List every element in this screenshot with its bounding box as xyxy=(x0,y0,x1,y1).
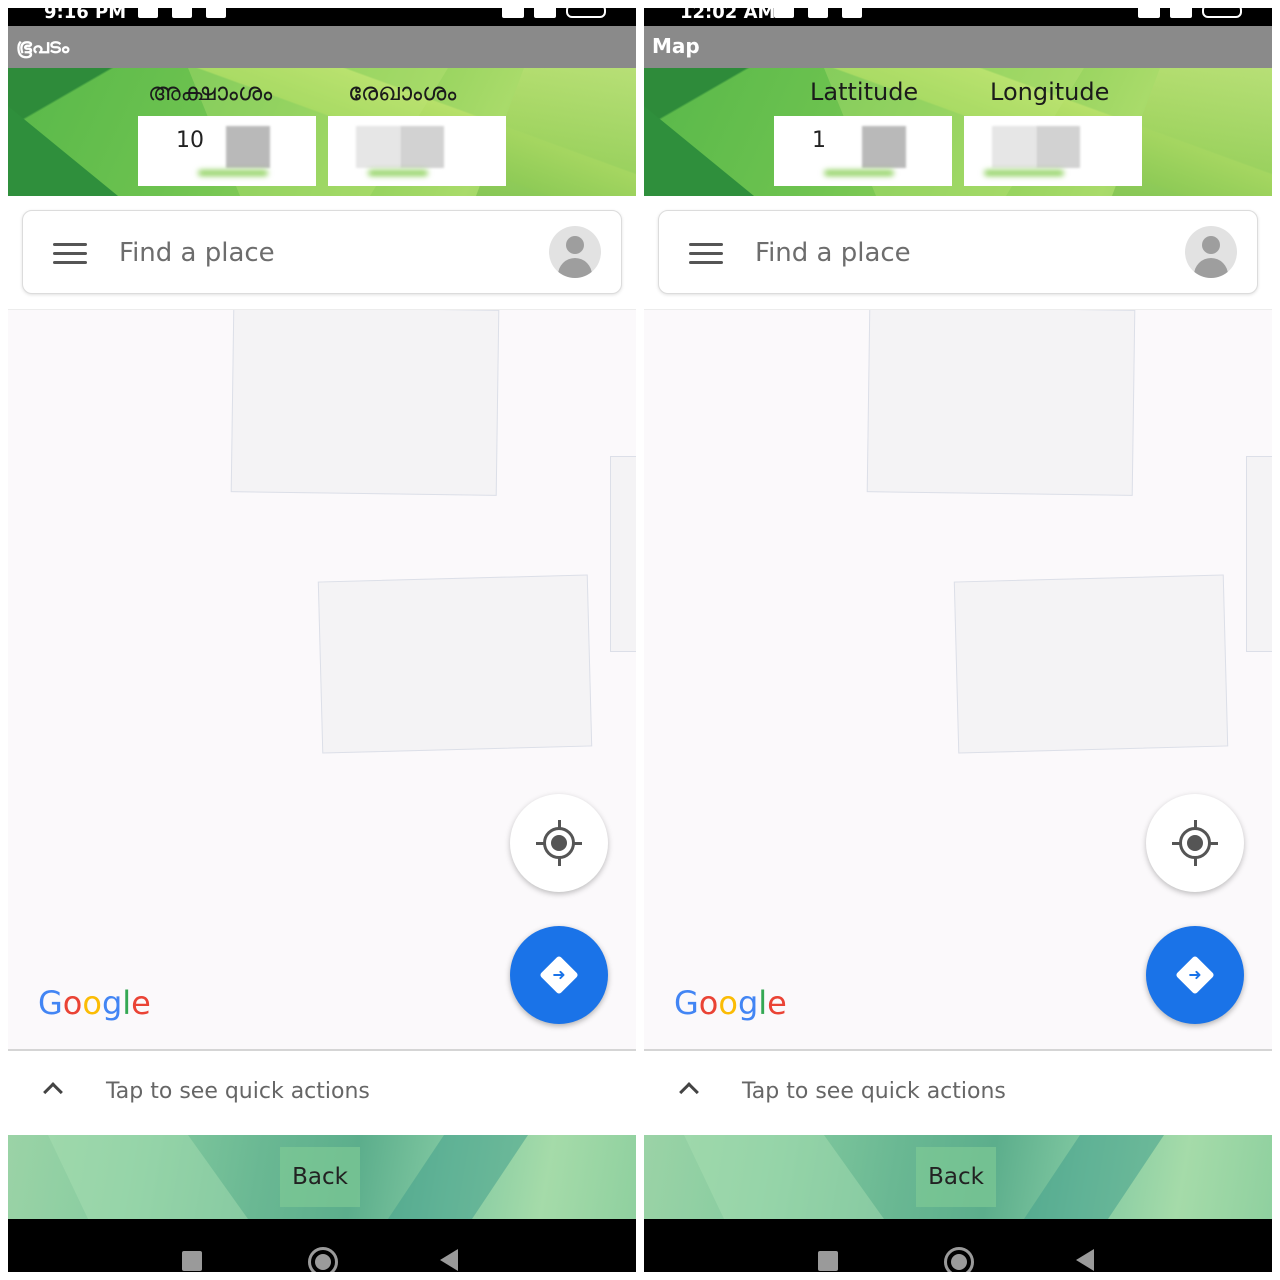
bottom-band: Back xyxy=(8,1135,636,1219)
message-icon xyxy=(172,8,192,18)
latitude-value: 10 xyxy=(176,128,204,153)
chevron-up-icon xyxy=(43,1082,63,1102)
home-icon[interactable] xyxy=(308,1247,338,1272)
calendar-icon xyxy=(206,8,226,18)
map-building xyxy=(866,310,1136,496)
map-view[interactable]: ➜ Google xyxy=(644,309,1272,1049)
signal-icons xyxy=(1138,8,1242,18)
back-icon[interactable] xyxy=(440,1249,458,1271)
avatar-icon[interactable] xyxy=(549,226,601,278)
map-building xyxy=(610,456,636,652)
map-building xyxy=(317,574,593,754)
alarm-icon xyxy=(774,8,794,18)
notification-icons xyxy=(138,8,226,18)
app-bar: Map xyxy=(644,26,1272,68)
map-building xyxy=(1246,456,1272,652)
menu-icon[interactable] xyxy=(689,241,723,265)
app-title: Map xyxy=(652,34,700,58)
directions-button[interactable]: ➜ xyxy=(510,926,608,1024)
latitude-field[interactable]: 10 xyxy=(138,116,316,186)
longitude-label: Longitude xyxy=(990,78,1110,106)
notification-icons xyxy=(774,8,862,18)
quick-actions-text: Tap to see quick actions xyxy=(742,1079,1006,1104)
quick-actions-text: Tap to see quick actions xyxy=(106,1079,370,1104)
longitude-label: രേഖാംശം xyxy=(348,78,457,106)
search-area xyxy=(8,196,636,309)
quick-actions-bar[interactable]: Tap to see quick actions xyxy=(644,1049,1272,1135)
signal-icon xyxy=(534,8,556,18)
calendar-icon xyxy=(842,8,862,18)
longitude-field[interactable] xyxy=(964,116,1142,186)
recent-apps-icon[interactable] xyxy=(818,1251,838,1271)
map-building xyxy=(953,574,1229,754)
app-bar: ഭൂപടം xyxy=(8,26,636,68)
status-time: 9:16 PM xyxy=(44,8,127,23)
home-icon[interactable] xyxy=(944,1247,974,1272)
map-view[interactable]: ➜ Google xyxy=(8,309,636,1049)
google-logo: Google xyxy=(38,984,151,1022)
alarm-icon xyxy=(138,8,158,18)
volte-icon xyxy=(502,8,524,18)
chevron-up-icon xyxy=(679,1082,699,1102)
back-icon[interactable] xyxy=(1076,1249,1094,1271)
my-location-button[interactable] xyxy=(510,794,608,892)
status-bar: 12:02 AM xyxy=(644,8,1272,26)
system-nav-bar xyxy=(8,1219,636,1272)
map-building xyxy=(230,310,500,496)
search-bar[interactable] xyxy=(658,210,1258,294)
latitude-label: അക്ഷാംശം xyxy=(148,78,273,106)
phone-screen-malayalam: 9:16 PM ഭൂപടം അക്ഷാംശം രേഖാംശം 10 Find a… xyxy=(8,8,636,1272)
latitude-field[interactable]: 1 xyxy=(774,116,952,186)
settings-icon xyxy=(808,8,828,18)
coordinates-panel: Lattitude Longitude 1 xyxy=(644,68,1272,196)
menu-icon[interactable] xyxy=(53,241,87,265)
screenshot-collage: 9:16 PM ഭൂപടം അക്ഷാംശം രേഖാംശം 10 Find a… xyxy=(0,0,1280,1280)
status-bar: 9:16 PM xyxy=(8,8,636,26)
app-title: ഭൂപടം xyxy=(16,34,70,58)
search-bar[interactable] xyxy=(22,210,622,294)
search-area xyxy=(644,196,1272,309)
battery-icon xyxy=(566,8,606,18)
wifi-icon xyxy=(1138,8,1160,18)
signal-icons xyxy=(502,8,606,18)
my-location-button[interactable] xyxy=(1146,794,1244,892)
recent-apps-icon[interactable] xyxy=(182,1251,202,1271)
signal-icon xyxy=(1170,8,1192,18)
status-time: 12:02 AM xyxy=(680,8,776,23)
google-logo: Google xyxy=(674,984,787,1022)
longitude-field[interactable] xyxy=(328,116,506,186)
coordinates-panel: അക്ഷാംശം രേഖാംശം 10 xyxy=(8,68,636,196)
avatar-icon[interactable] xyxy=(1185,226,1237,278)
system-nav-bar xyxy=(644,1219,1272,1272)
battery-icon xyxy=(1202,8,1242,18)
back-button[interactable]: Back xyxy=(280,1147,360,1207)
search-input[interactable] xyxy=(755,233,1135,273)
quick-actions-bar[interactable]: Tap to see quick actions xyxy=(8,1049,636,1135)
directions-button[interactable]: ➜ xyxy=(1146,926,1244,1024)
latitude-value: 1 xyxy=(812,128,826,153)
latitude-label: Lattitude xyxy=(810,78,919,106)
bottom-band: Back xyxy=(644,1135,1272,1219)
search-input[interactable] xyxy=(119,233,499,273)
back-button[interactable]: Back xyxy=(916,1147,996,1207)
phone-screen-english: 12:02 AM Map Lattitude Longitude 1 Find … xyxy=(644,8,1272,1272)
